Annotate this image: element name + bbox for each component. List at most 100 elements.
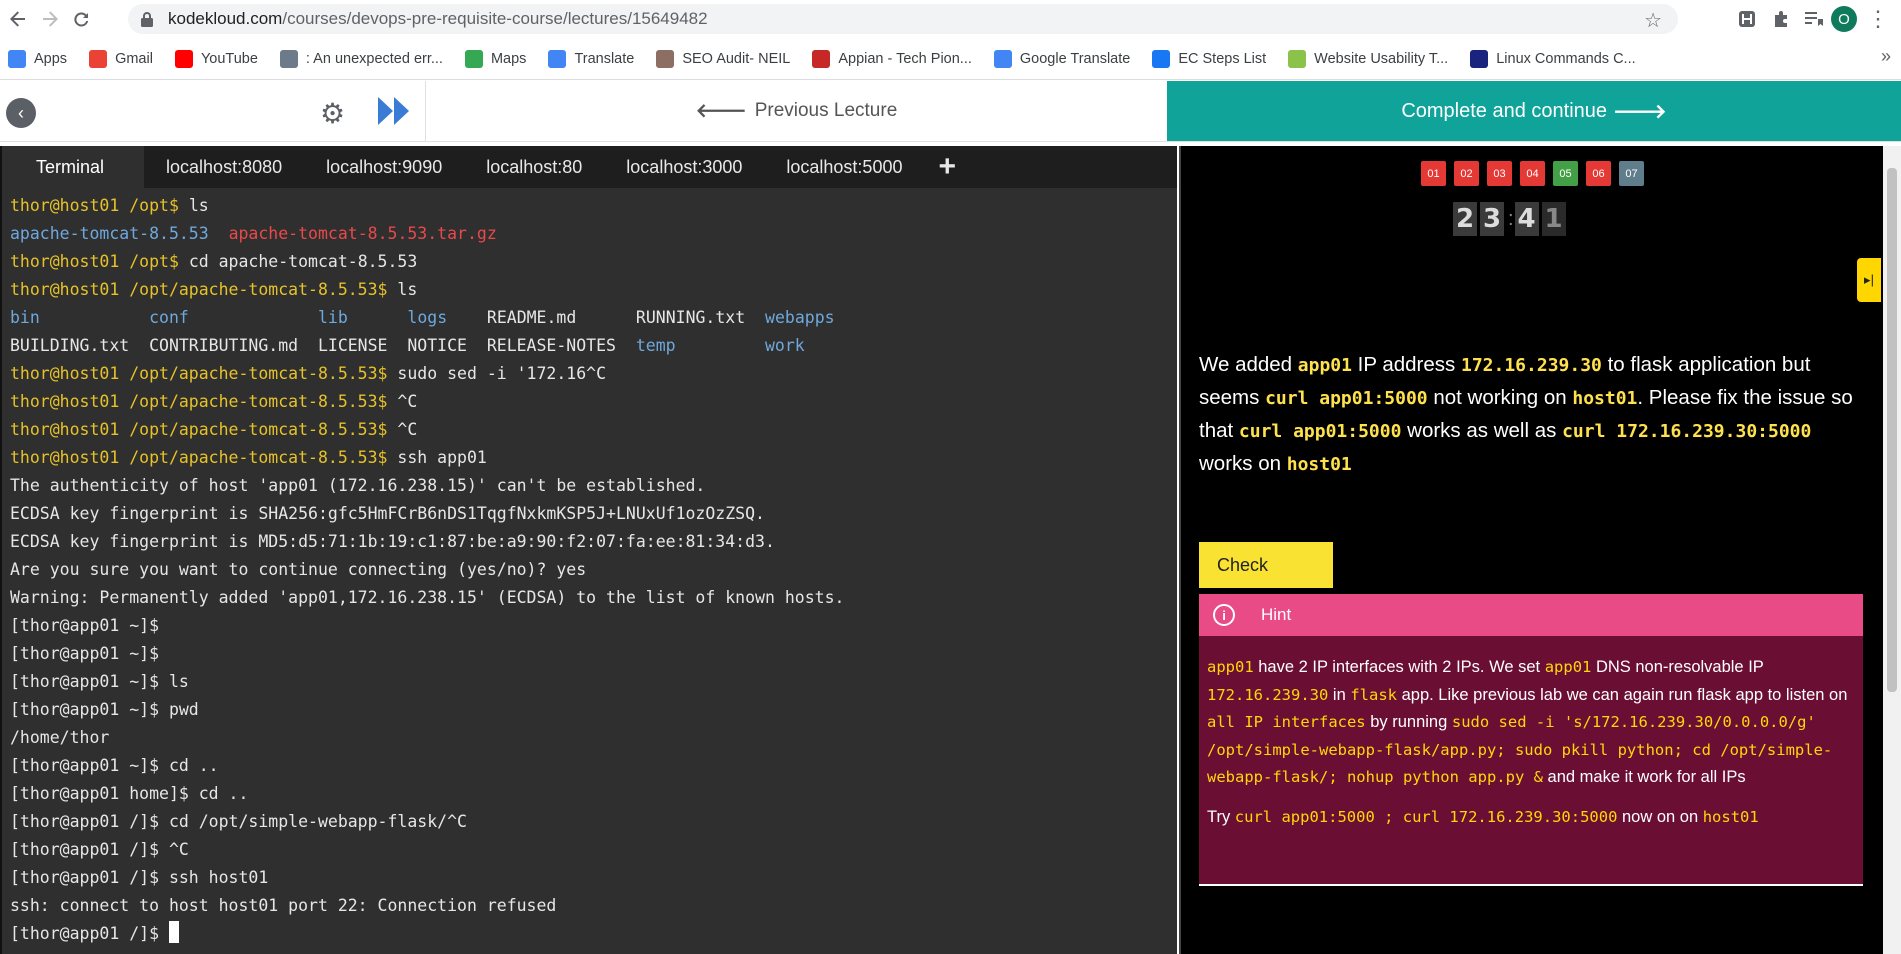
- terminal-line: [thor@app01 /]$: [10, 920, 1169, 948]
- question-number-button[interactable]: 01: [1421, 161, 1446, 186]
- browser-menu-icon[interactable]: ⋮: [1867, 6, 1889, 32]
- terminal-tab[interactable]: Terminal: [2, 146, 145, 188]
- reading-list-icon[interactable]: [1801, 7, 1825, 31]
- terminal-line: [thor@app01 home]$ cd ..: [10, 780, 1169, 808]
- add-tab-icon[interactable]: +: [924, 146, 970, 188]
- question-number-button[interactable]: 02: [1454, 161, 1479, 186]
- highlighted-code: app01: [1544, 658, 1592, 676]
- scrollbar-thumb[interactable]: [1887, 168, 1897, 692]
- terminal-line: Warning: Permanently added 'app01,172.16…: [10, 584, 1169, 612]
- bookmarks-overflow-icon[interactable]: »: [1881, 46, 1891, 67]
- bookmark-item[interactable]: : An unexpected err...: [279, 49, 443, 68]
- terminal-tab[interactable]: localhost:5000: [764, 146, 924, 188]
- terminal-text: work: [765, 336, 805, 355]
- previous-lecture-button[interactable]: 🡐 Previous Lecture: [425, 81, 1167, 141]
- terminal-text: bin: [10, 308, 40, 327]
- bookmark-label: EC Steps List: [1178, 50, 1267, 67]
- linux-icon: [1470, 49, 1489, 68]
- highlighted-code: curl 172.16.239.30:5000: [1562, 421, 1812, 442]
- terminal-text: thor@host01 /opt/apache-tomcat-8.5.53$: [10, 280, 398, 299]
- task-panel: 01 02 03 04 05 06 07 23:41 ▸| We added app01 I…: [1179, 146, 1901, 954]
- terminal-line: thor@host01 /opt/apache-tomcat-8.5.53$ l…: [10, 276, 1169, 304]
- bookmark-item[interactable]: Translate: [548, 49, 635, 68]
- terminal-tab[interactable]: localhost:8080: [144, 146, 304, 188]
- address-bar[interactable]: kodekloud.com/courses/devops-pre-requisi…: [128, 4, 1678, 34]
- question-number-button[interactable]: 05: [1553, 161, 1578, 186]
- terminal-text: Are you sure you want to continue connec…: [10, 560, 587, 579]
- sidebar-toggle-back-icon[interactable]: ‹: [6, 98, 36, 128]
- bookmark-item[interactable]: Apps: [8, 49, 68, 68]
- terminal-tab[interactable]: localhost:9090: [304, 146, 464, 188]
- highlighted-code: host01: [1286, 454, 1352, 475]
- terminal-text: thor@host01 /opt/apache-tomcat-8.5.53$: [10, 420, 398, 439]
- terminal-tab[interactable]: localhost:80: [464, 146, 604, 188]
- autoplay-fast-forward-icon[interactable]: [376, 91, 412, 131]
- bookmark-item[interactable]: YouTube: [174, 49, 258, 68]
- bookmark-label: Apps: [34, 50, 68, 67]
- puzzle-icon[interactable]: [1769, 7, 1793, 31]
- terminal-text: lib: [317, 308, 348, 327]
- text-segment: works as well as: [1401, 419, 1563, 442]
- terminal-output[interactable]: thor@host01 /opt$ ls apache-tomcat-8.5.53…: [2, 188, 1177, 952]
- bookmark-label: Translate: [574, 50, 635, 67]
- highlighted-code: 172.16.239.30: [1207, 685, 1329, 704]
- terminal-text: ssh app01: [397, 448, 487, 467]
- bookmark-label: Google Translate: [1019, 50, 1131, 67]
- bookmark-item[interactable]: Google Translate: [993, 49, 1131, 68]
- collapse-panel-icon[interactable]: ▸|: [1857, 258, 1881, 302]
- terminal-text: Warning: Permanently added 'app01,172.16…: [10, 588, 845, 607]
- bookmark-star-icon[interactable]: ☆: [1644, 8, 1662, 33]
- bookmark-label: Gmail: [115, 50, 153, 67]
- hint-label: Hint: [1261, 605, 1292, 624]
- reload-icon[interactable]: [68, 5, 96, 33]
- complete-and-continue-button[interactable]: Complete and continue 🡒: [1167, 81, 1901, 141]
- terminal-line: ssh: connect to host host01 port 22: Con…: [10, 892, 1169, 920]
- jira-icon: [279, 49, 298, 68]
- terminal-text: apache-tomcat-8.5.53.tar.gz: [228, 224, 497, 243]
- bookmark-item[interactable]: Gmail: [89, 49, 153, 68]
- terminal-line: Are you sure you want to continue connec…: [10, 556, 1169, 584]
- extension-icon[interactable]: [1735, 7, 1759, 31]
- terminal-text: thor@host01 /opt/apache-tomcat-8.5.53$: [10, 392, 398, 411]
- settings-gear-icon[interactable]: ⚙: [320, 97, 345, 130]
- question-number-button[interactable]: 03: [1487, 161, 1512, 186]
- bookmark-item[interactable]: Maps: [464, 49, 527, 68]
- terminal-tab[interactable]: localhost:3000: [604, 146, 764, 188]
- text-segment: not working on: [1427, 386, 1573, 409]
- check-button[interactable]: Check: [1199, 542, 1333, 588]
- timer-digit: 1: [1541, 202, 1566, 236]
- check-label: Check: [1217, 554, 1269, 575]
- text-segment: have 2 IP interfaces with 2 IPs. We set: [1253, 658, 1545, 676]
- terminal-line: [thor@app01 /]$ ssh host01: [10, 864, 1169, 892]
- timer-separator: :: [1508, 207, 1514, 230]
- bookmark-label: YouTube: [200, 50, 258, 67]
- bookmark-item[interactable]: Appian - Tech Pion...: [812, 49, 972, 68]
- info-icon: i: [1213, 604, 1235, 626]
- bookmark-label: Website Usability T...: [1314, 50, 1449, 67]
- terminal-line: [thor@app01 ~]$: [10, 612, 1169, 640]
- back-arrow-icon[interactable]: [4, 5, 32, 33]
- bookmark-item[interactable]: EC Steps List: [1152, 49, 1267, 68]
- forward-arrow-icon[interactable]: [36, 5, 64, 33]
- terminal-text: ECDSA key fingerprint is MD5:d5:71:1b:19…: [10, 532, 775, 551]
- question-number-button[interactable]: 07: [1619, 161, 1644, 186]
- browser-toolbar: kodekloud.com/courses/devops-pre-requisi…: [0, 0, 1901, 38]
- question-number-button[interactable]: 04: [1520, 161, 1545, 186]
- profile-avatar[interactable]: O: [1831, 6, 1857, 32]
- question-number-button[interactable]: 06: [1586, 161, 1611, 186]
- bookmark-item[interactable]: Linux Commands C...: [1470, 49, 1636, 68]
- terminal-text: [thor@app01 ~]$: [10, 644, 169, 663]
- bookmark-label: Maps: [490, 50, 527, 67]
- bookmark-item[interactable]: Website Usability T...: [1288, 49, 1449, 68]
- terminal-line: ECDSA key fingerprint is SHA256:gfc5HmFC…: [10, 500, 1169, 528]
- task-panel-scrollbar[interactable]: [1883, 146, 1901, 954]
- hint-header[interactable]: i Hint: [1199, 594, 1863, 636]
- highlighted-code: curl app01:5000: [1265, 388, 1428, 409]
- maps-pin-icon: [464, 49, 483, 68]
- bookmark-item[interactable]: SEO Audit- NEIL: [656, 49, 790, 68]
- terminal-text: conf: [149, 308, 189, 327]
- terminal-line: [thor@app01 /]$ ^C: [10, 836, 1169, 864]
